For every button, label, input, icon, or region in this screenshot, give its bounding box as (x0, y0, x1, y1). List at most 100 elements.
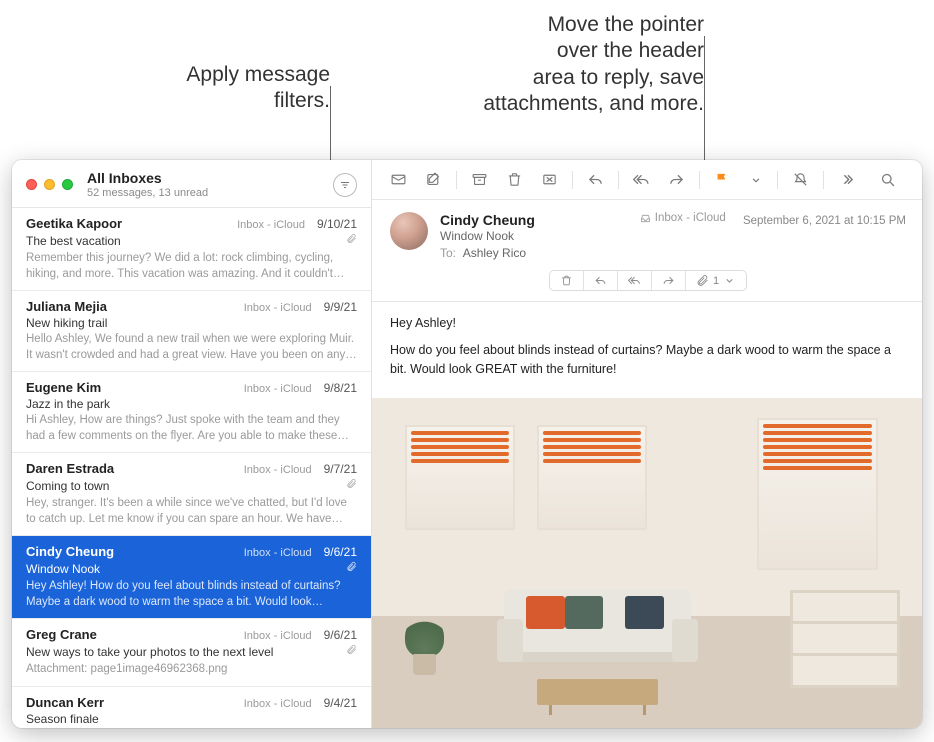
flag-icon (714, 171, 731, 188)
attachment-image[interactable] (372, 398, 922, 728)
body-line-2: How do you feel about blinds instead of … (390, 341, 904, 379)
message-sender: Greg Crane (26, 627, 238, 642)
viewer-date: September 6, 2021 at 10:15 PM (743, 215, 906, 227)
message-date: 9/9/21 (324, 300, 357, 314)
header-attachments-button[interactable]: 1 (686, 271, 746, 290)
message-header: Cindy Cheung Window Nook To: Ashley Rico… (372, 200, 922, 302)
message-body: Hey Ashley! How do you feel about blinds… (372, 302, 922, 398)
message-item[interactable]: Cindy CheungInbox - iCloud9/6/21Window N… (12, 536, 371, 619)
message-item[interactable]: Daren Estrada Inbox - iCloud 9/7/21 Coming … (12, 453, 371, 536)
message-subject: New ways to take your photos to the next… (26, 645, 340, 659)
message-sender: Eugene Kim (26, 380, 238, 395)
header-hover-actions: 1 (549, 270, 747, 291)
reply-icon (594, 274, 607, 287)
viewer-sender-name: Cindy Cheung (440, 212, 628, 228)
header-reply-button[interactable] (584, 271, 618, 290)
message-item[interactable]: Greg Crane Inbox - iCloud 9/6/21 New ways t… (12, 619, 371, 687)
reply-all-icon (628, 274, 641, 287)
filter-button[interactable] (333, 173, 357, 197)
header-forward-button[interactable] (652, 271, 686, 290)
paperclip-icon (696, 274, 709, 287)
reply-all-icon (633, 171, 650, 188)
junk-icon (541, 171, 558, 188)
get-mail-button[interactable] (382, 167, 415, 192)
paperclip-icon (346, 642, 357, 660)
search-icon (879, 171, 896, 188)
mute-button[interactable] (784, 167, 817, 192)
message-item[interactable]: Duncan KerrInbox - iCloud9/4/21Season fi… (12, 687, 371, 728)
message-date: 9/6/21 (324, 628, 357, 642)
message-preview: Hello Ashley, We found a new trail when … (26, 332, 357, 363)
flag-button[interactable] (706, 167, 739, 192)
message-sender: Cindy Cheung (26, 544, 238, 559)
message-date: 9/7/21 (324, 462, 357, 476)
message-date: 9/10/21 (317, 217, 357, 231)
junk-button[interactable] (533, 167, 566, 192)
header-reply-all-button[interactable] (618, 271, 652, 290)
message-date: 9/8/21 (324, 381, 357, 395)
more-icon (838, 171, 855, 188)
toolbar (372, 160, 922, 200)
message-item[interactable]: Eugene Kim Inbox - iCloud 9/8/21 Jazz in th… (12, 372, 371, 453)
inbox-title: All Inboxes (87, 170, 325, 186)
message-sender: Geetika Kapoor (26, 216, 231, 231)
message-list[interactable]: Geetika Kapoor Inbox - iCloud 9/10/21 The b… (12, 208, 371, 728)
paperclip-icon (346, 559, 357, 577)
message-viewer-pane: Cindy Cheung Window Nook To: Ashley Rico… (372, 160, 922, 728)
message-subject: Season finale (26, 712, 357, 726)
minimize-window-button[interactable] (44, 179, 55, 190)
inbox-header: All Inboxes 52 messages, 13 unread (12, 160, 371, 208)
close-window-button[interactable] (26, 179, 37, 190)
viewer-recipients: To: Ashley Rico (440, 246, 628, 260)
reply-icon (587, 171, 604, 188)
message-preview: Hey Ashley! How do you feel about blinds… (26, 579, 357, 610)
archive-icon (471, 171, 488, 188)
inbox-tray-icon (640, 213, 651, 224)
message-mailbox: Inbox - iCloud (244, 630, 312, 642)
viewer-subject: Window Nook (440, 229, 628, 243)
mute-icon (792, 171, 809, 188)
paperclip-icon (346, 476, 357, 494)
to-label: To: (440, 246, 456, 260)
paperclip-icon (346, 231, 357, 249)
compose-button[interactable] (417, 167, 450, 192)
zoom-window-button[interactable] (62, 179, 73, 190)
to-name: Ashley Rico (463, 246, 526, 260)
forward-icon (668, 171, 685, 188)
delete-button[interactable] (498, 167, 531, 192)
message-mailbox: Inbox - iCloud (244, 383, 312, 395)
inbox-subtitle: 52 messages, 13 unread (87, 187, 325, 199)
message-preview: Hi Ashley, How are things? Just spoke wi… (26, 413, 357, 444)
chevron-down-icon (723, 274, 736, 287)
message-date: 9/6/21 (324, 545, 357, 559)
message-sender: Daren Estrada (26, 461, 238, 476)
message-mailbox: Inbox - iCloud (244, 547, 312, 559)
sender-avatar[interactable] (390, 212, 428, 250)
message-subject: New hiking trail (26, 316, 357, 330)
header-delete-button[interactable] (550, 271, 584, 290)
message-mailbox: Inbox - iCloud (244, 464, 312, 476)
message-sender: Juliana Mejia (26, 299, 238, 314)
filter-icon (339, 179, 351, 191)
message-subject: The best vacation (26, 234, 340, 248)
attachment-count: 1 (713, 275, 719, 287)
forward-button[interactable] (660, 167, 693, 192)
message-subject: Jazz in the park (26, 397, 357, 411)
envelope-icon (390, 171, 407, 188)
chevron-down-icon (749, 173, 763, 187)
message-subject: Coming to town (26, 479, 340, 493)
flag-menu-button[interactable] (741, 169, 771, 191)
archive-button[interactable] (463, 167, 496, 192)
trash-icon (560, 274, 573, 287)
message-mailbox: Inbox - iCloud (244, 302, 312, 314)
mail-window: All Inboxes 52 messages, 13 unread Geeti… (12, 160, 922, 728)
message-item[interactable]: Geetika KapoorInbox - iCloud9/10/21The b… (12, 208, 371, 291)
reply-button[interactable] (579, 167, 612, 192)
message-item[interactable]: Juliana Mejia Inbox - iCloud 9/9/21 New hik… (12, 291, 371, 372)
search-button[interactable] (871, 167, 904, 192)
message-list-pane: All Inboxes 52 messages, 13 unread Geeti… (12, 160, 372, 728)
reply-all-button[interactable] (625, 167, 658, 192)
viewer-mailbox: Inbox - iCloud (640, 212, 726, 224)
more-button[interactable] (830, 167, 863, 192)
trash-icon (506, 171, 523, 188)
